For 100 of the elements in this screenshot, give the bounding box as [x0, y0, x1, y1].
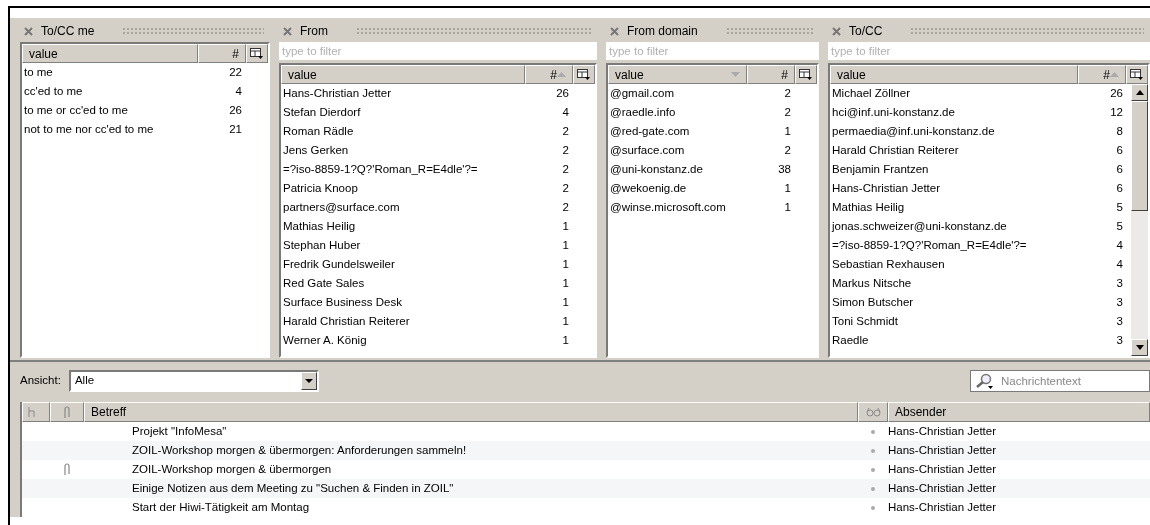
drag-handle[interactable] [725, 27, 813, 35]
value-cell[interactable]: Raedle [830, 331, 1079, 350]
value-cell[interactable]: Red Gate Sales [281, 274, 525, 293]
column-header[interactable]: value [22, 44, 198, 63]
subject-cell[interactable]: Start der Hiwi-Tätigkeit am Montag [132, 500, 310, 513]
value-cell[interactable]: =?iso-8859-1?Q?'Roman_R=E4dle'?= [830, 236, 1079, 255]
column-header[interactable]: Absender [888, 402, 1150, 422]
subject-cell[interactable]: ZOIL-Workshop morgen & übermorgen: Anforderungen sammeln! [132, 443, 467, 456]
value-cell[interactable]: cc'ed to me [22, 82, 198, 101]
value-cell[interactable]: @surface.com [608, 141, 747, 160]
value-cell[interactable]: Surface Business Desk [281, 293, 525, 312]
filter-field[interactable]: type to filter [828, 42, 1150, 60]
count-cell-text: 6 [1115, 142, 1124, 158]
panel-title: From [300, 23, 328, 40]
count-cell-text: 1 [783, 199, 792, 215]
value-cell[interactable]: Mathias Heilig [830, 198, 1079, 217]
scrollbar[interactable] [1131, 84, 1148, 356]
drag-handle[interactable] [910, 27, 1144, 35]
value-cell[interactable]: to me [22, 63, 198, 82]
value-cell[interactable]: Michael Zöllner [830, 84, 1079, 103]
value-cell[interactable]: Mathias Heilig [281, 217, 525, 236]
value-cell[interactable]: Stephan Huber [281, 236, 525, 255]
column-header[interactable]: value [608, 65, 747, 84]
value-cell[interactable]: Hans-Christian Jetter [830, 179, 1079, 198]
value-cell[interactable]: Fredrik Gundelsweiler [281, 255, 525, 274]
value-cell[interactable]: Sebastian Rexhausen [830, 255, 1079, 274]
close-icon[interactable] [832, 26, 841, 36]
value-cell[interactable]: Harald Christian Reiterer [830, 141, 1079, 160]
scroll-up-button[interactable] [1131, 84, 1148, 101]
value-cell[interactable]: Harald Christian Reiterer [281, 312, 525, 331]
value-cell[interactable]: @uni-konstanz.de [608, 160, 747, 179]
sender-cell[interactable]: Hans-Christian Jetter [888, 462, 996, 475]
count-cell-text: 6 [1115, 180, 1124, 196]
value-cell[interactable]: Simon Butscher [830, 293, 1079, 312]
glasses-icon [865, 407, 881, 417]
count-cell-text: 2 [561, 161, 570, 177]
value-cell[interactable]: @raedle.info [608, 103, 747, 122]
value-cell[interactable]: Markus Nitsche [830, 274, 1079, 293]
status-dot-icon [871, 505, 875, 510]
sender-cell[interactable]: Hans-Christian Jetter [888, 500, 996, 513]
sender-cell[interactable]: Hans-Christian Jetter [888, 443, 996, 456]
value-cell[interactable]: Patricia Knoop [281, 179, 525, 198]
value-cell[interactable]: @red-gate.com [608, 122, 747, 141]
filter-field[interactable]: type to filter [606, 42, 819, 60]
value-cell[interactable]: Stefan Dierdorf [281, 103, 525, 122]
read-column-header[interactable] [858, 402, 888, 422]
value-cell[interactable]: permaedia@inf.uni-konstanz.de [830, 122, 1079, 141]
filter-field[interactable]: type to filter [279, 42, 597, 60]
scroll-down-button[interactable] [1131, 339, 1148, 356]
column-header[interactable]: # [198, 44, 246, 63]
value-cell[interactable]: @winse.microsoft.com [608, 198, 747, 217]
close-icon[interactable] [283, 26, 292, 36]
close-icon[interactable] [610, 26, 619, 36]
column-header[interactable]: Betreff [84, 402, 858, 422]
search-icon[interactable] [975, 373, 995, 389]
count-cell-text: 1 [561, 313, 570, 329]
count-cell-text: 4 [234, 83, 243, 99]
down-arrow-icon [1135, 345, 1144, 350]
column-chooser-icon[interactable] [1126, 65, 1148, 84]
column-header[interactable]: # [1078, 65, 1126, 84]
count-cell-text: 22 [228, 64, 243, 80]
view-dropdown[interactable]: Alle [68, 370, 319, 392]
count-cell-text: 2 [561, 199, 570, 215]
search-field[interactable]: Nachrichtentext [970, 370, 1150, 392]
value-cell[interactable]: to me or cc'ed to me [22, 101, 198, 120]
column-header[interactable]: value [830, 65, 1078, 84]
value-cell[interactable]: @wekoenig.de [608, 179, 747, 198]
column-header[interactable]: # [525, 65, 573, 84]
column-header[interactable]: value [281, 65, 525, 84]
scroll-thumb[interactable] [1131, 101, 1148, 211]
subject-cell[interactable]: ZOIL-Workshop morgen & übermorgen [132, 462, 332, 475]
subject-cell[interactable]: Einige Notizen aus dem Meeting zu "Suchen & Finden in ZOIL" [132, 481, 454, 494]
value-cell[interactable]: Roman Rädle [281, 122, 525, 141]
thread-column-header[interactable] [22, 402, 50, 422]
value-cell[interactable]: =?iso-8859-1?Q?'Roman_R=E4dle'?= [281, 160, 525, 179]
column-chooser-icon[interactable] [246, 44, 268, 63]
column-header[interactable]: # [747, 65, 795, 84]
count-cell-text: 2 [783, 104, 792, 120]
value-cell[interactable]: hci@inf.uni-konstanz.de [830, 103, 1079, 122]
sender-cell[interactable]: Hans-Christian Jetter [888, 424, 996, 437]
value-cell[interactable]: Toni Schmidt [830, 312, 1079, 331]
column-chooser-icon[interactable] [573, 65, 595, 84]
value-cell[interactable]: @gmail.com [608, 84, 747, 103]
subject-cell[interactable]: Projekt "InfoMesa" [132, 424, 227, 437]
value-cell[interactable]: Hans-Christian Jetter [281, 84, 525, 103]
drag-handle[interactable] [122, 27, 264, 35]
value-cell[interactable]: Werner A. König [281, 331, 525, 350]
close-icon[interactable] [24, 26, 33, 36]
count-cell-text: 1 [783, 123, 792, 139]
drag-handle[interactable] [356, 27, 591, 35]
count-cell-text: 3 [1115, 275, 1124, 291]
value-cell[interactable]: jonas.schweizer@uni-konstanz.de [830, 217, 1079, 236]
count-cell-text: 1 [561, 237, 570, 253]
value-cell[interactable]: Jens Gerken [281, 141, 525, 160]
value-cell[interactable]: not to me nor cc'ed to me [22, 120, 198, 139]
column-chooser-icon[interactable] [795, 65, 817, 84]
attachment-column-header[interactable] [50, 402, 84, 422]
value-cell[interactable]: partners@surface.com [281, 198, 525, 217]
value-cell[interactable]: Benjamin Frantzen [830, 160, 1079, 179]
sender-cell[interactable]: Hans-Christian Jetter [888, 481, 996, 494]
